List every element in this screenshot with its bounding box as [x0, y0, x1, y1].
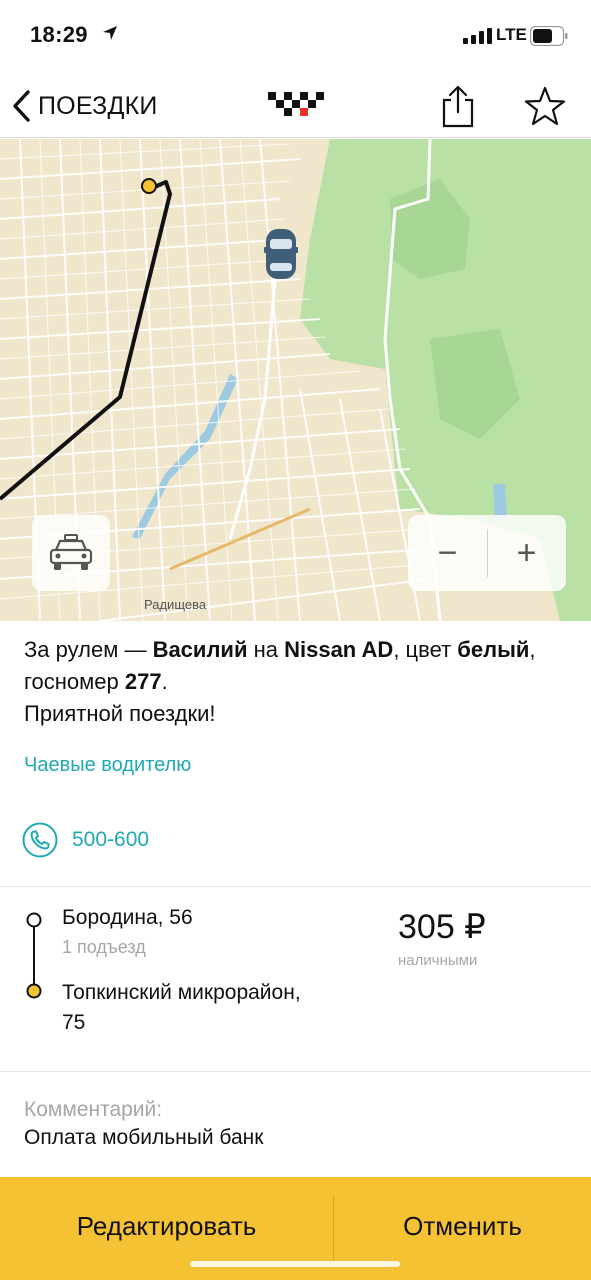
phone-icon	[22, 822, 58, 858]
home-indicator[interactable]	[190, 1261, 400, 1267]
color-prefix: , цвет	[393, 637, 458, 662]
status-time: 18:29	[30, 22, 88, 47]
my-car-button[interactable]	[32, 515, 110, 591]
location-arrow-icon	[103, 26, 117, 40]
zoom-controls: − +	[408, 515, 566, 591]
driver-on: на	[247, 637, 285, 662]
map[interactable]: Радищева − +	[0, 139, 591, 621]
zoom-in-label: +	[516, 534, 537, 572]
tips-link[interactable]: Чаевые водителю	[24, 754, 191, 777]
route-origin: Бородина, 56	[62, 906, 193, 929]
driver-info: За рулем — Василий на Nissan AD, цвет бе…	[24, 634, 569, 730]
comment-text: Оплата мобильный банк	[24, 1126, 264, 1149]
divider	[0, 886, 591, 887]
driver-car-icon	[264, 229, 298, 279]
signal-bars-icon	[463, 28, 492, 44]
car-model: Nissan AD	[284, 637, 394, 662]
zoom-out-label: −	[437, 534, 458, 572]
star-icon[interactable]	[524, 86, 566, 126]
comment-label: Комментарий:	[24, 1098, 163, 1121]
chevron-left-icon	[13, 90, 30, 122]
call-driver-button[interactable]: 500-600	[22, 820, 149, 860]
taxi-car-icon	[49, 534, 93, 570]
divider	[0, 1071, 591, 1072]
car-plate: 277	[124, 669, 162, 694]
car-color: белый	[457, 637, 530, 662]
battery-icon	[530, 26, 568, 46]
back-button[interactable]: ПОЕЗДКИ	[10, 86, 158, 126]
driver-name: Василий	[152, 637, 248, 662]
status-bar: 18:29 LTE	[0, 0, 591, 72]
driver-prefix: За рулем —	[24, 637, 153, 662]
zoom-in-button[interactable]: +	[487, 515, 566, 591]
taxi-logo-icon	[268, 92, 324, 116]
nav-bar: ПОЕЗДКИ	[0, 72, 591, 138]
network-type: LTE	[496, 25, 527, 44]
phone-number: 500-600	[72, 828, 150, 851]
greeting: Приятной поездки!	[24, 701, 216, 726]
route-origin-entrance: 1 подъезд	[62, 937, 146, 957]
zoom-out-button[interactable]: −	[408, 515, 487, 591]
pickup-point-icon	[141, 178, 157, 194]
origin-point-icon	[26, 912, 42, 928]
plate-suffix: .	[161, 669, 168, 694]
share-icon[interactable]	[440, 84, 476, 128]
route-destination: Топкинский микрорайон, 75	[62, 981, 301, 1034]
back-label: ПОЕЗДКИ	[38, 91, 158, 120]
trip-price: 305 ₽	[398, 908, 486, 946]
route-timeline	[26, 912, 42, 999]
payment-method: наличными	[398, 952, 478, 969]
destination-point-icon	[26, 983, 42, 999]
street-label: Радищева	[144, 597, 207, 612]
